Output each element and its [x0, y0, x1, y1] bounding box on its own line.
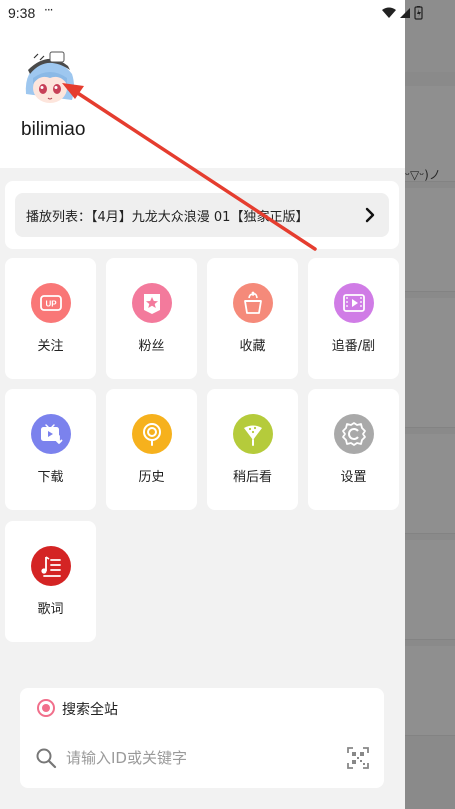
up-badge-icon: UP	[31, 283, 71, 323]
video-play-icon	[334, 283, 374, 323]
download-tv-icon	[31, 414, 71, 454]
search-card: 搜索全站	[20, 688, 384, 788]
tile-label: 下载	[37, 470, 64, 485]
avatar[interactable]	[16, 44, 82, 110]
chevron-right-icon	[365, 207, 375, 223]
tile-label: 设置	[340, 470, 367, 485]
tile-label: 追番/剧	[331, 339, 376, 354]
navigation-drawer: bilimiao 播放列表：【4月】九龙大众浪漫 01【独家正版】 UP 关注 …	[0, 0, 405, 809]
status-time: 9:38	[8, 5, 36, 21]
tile-label: 历史	[138, 470, 165, 485]
tile-follow[interactable]: UP 关注	[5, 258, 96, 379]
qr-scan-icon[interactable]	[346, 746, 370, 770]
avatar-image	[16, 44, 82, 110]
tile-label: 关注	[37, 339, 64, 354]
watch-later-icon	[233, 414, 273, 454]
tile-watch-later[interactable]: 稍后看	[207, 389, 298, 510]
history-icon	[132, 414, 172, 454]
search-scope-label[interactable]: 搜索全站	[62, 699, 118, 719]
tile-label: 收藏	[239, 339, 266, 354]
search-scope-radio[interactable]	[37, 699, 55, 717]
favorite-box-icon	[233, 283, 273, 323]
playlist-card: 播放列表：【4月】九龙大众浪漫 01【独家正版】	[5, 181, 399, 249]
search-icon	[36, 748, 57, 769]
tile-label: 歌词	[37, 602, 64, 617]
notification-dots-icon: ···	[44, 3, 54, 17]
wifi-icon	[382, 7, 396, 18]
tile-bangumi[interactable]: 追番/剧	[308, 258, 399, 379]
search-input[interactable]	[66, 746, 336, 770]
tile-fans[interactable]: 粉丝	[106, 258, 197, 379]
fan-badge-icon	[132, 283, 172, 323]
status-bar: 9:38 ···	[0, 0, 423, 26]
svg-text:UP: UP	[45, 300, 57, 309]
playlist-row[interactable]: 播放列表：【4月】九龙大众浪漫 01【独家正版】	[15, 193, 389, 237]
signal-icon	[400, 8, 410, 18]
username[interactable]: bilimiao	[21, 119, 85, 141]
lyrics-icon	[31, 546, 71, 586]
tile-label: 稍后看	[232, 470, 272, 485]
playlist-label: 播放列表：【4月】九龙大众浪漫 01【独家正版】	[26, 210, 309, 225]
tile-download[interactable]: 下载	[5, 389, 96, 510]
tile-lyrics[interactable]: 歌词	[5, 521, 96, 642]
tile-settings[interactable]: 设置	[308, 389, 399, 510]
tile-favorites[interactable]: 收藏	[207, 258, 298, 379]
tile-history[interactable]: 历史	[106, 389, 197, 510]
tile-label: 粉丝	[138, 339, 165, 354]
gear-icon	[334, 414, 374, 454]
status-icons	[382, 6, 423, 20]
